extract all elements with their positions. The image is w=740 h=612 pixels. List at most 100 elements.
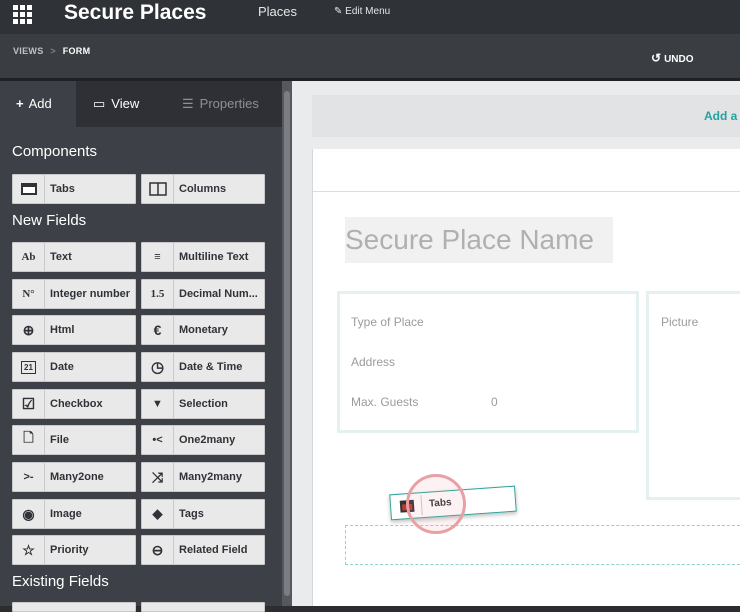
field-monetary[interactable]: € Monetary [141, 315, 265, 345]
field-label: Date [50, 361, 74, 373]
file-icon: 🗋 [13, 426, 45, 454]
checkbox-icon: ☑ [13, 390, 45, 418]
undo-icon: ↺ [651, 51, 662, 65]
field-label: Decimal Num... [179, 288, 258, 300]
drop-zone[interactable] [345, 525, 740, 565]
form-sheet: Secure Place Name Type of Place Address … [312, 149, 740, 606]
sidebar-scrollbar[interactable] [282, 81, 292, 606]
integer-icon: N° [13, 280, 45, 308]
existing-field-partial[interactable] [141, 602, 265, 612]
star-icon: ☆ [13, 536, 45, 564]
tab-add-label: Add [28, 96, 52, 111]
field-label: Many2one [50, 471, 104, 483]
field-label: Priority [50, 544, 89, 556]
studio-sidebar: + Add ▭ View ☰ Properties Components Tabs C… [0, 81, 282, 612]
field-label: Text [50, 251, 72, 263]
field-label: Selection [179, 398, 228, 410]
field-tags[interactable]: ◆ Tags [141, 499, 265, 529]
tab-properties-label: Properties [199, 96, 259, 111]
field-label: Tags [179, 508, 204, 520]
field-many2many[interactable]: ⤨ Many2many [141, 462, 265, 492]
scrollbar-thumb[interactable] [284, 91, 290, 596]
sidebar-tabs: + Add ▭ View ☰ Properties [0, 81, 282, 127]
field-decimal[interactable]: 1.5 Decimal Num... [141, 279, 265, 309]
decimal-icon: 1.5 [142, 280, 174, 308]
field-integer[interactable]: N° Integer number [12, 279, 136, 309]
field-one2many[interactable]: •< One2many [141, 425, 265, 455]
plus-icon: + [16, 96, 24, 111]
existing-field-partial[interactable] [12, 602, 136, 612]
breadcrumb: VIEWS > FORM [13, 46, 90, 56]
field-label: One2many [179, 434, 236, 446]
field-image[interactable]: ◉ Image [12, 499, 136, 529]
calendar-clock-icon: ◷ [142, 353, 174, 381]
tab-properties[interactable]: ☰ Properties [182, 81, 259, 127]
field-label: Image [50, 508, 82, 520]
many2many-icon: ⤨ [142, 463, 174, 491]
edit-menu-link[interactable]: ✎ Edit Menu [334, 6, 390, 17]
component-label: Tabs [50, 183, 75, 195]
max-guests-label[interactable]: Max. Guests [351, 395, 418, 409]
tabs-icon [13, 175, 45, 203]
breadcrumb-form: FORM [62, 46, 91, 56]
address-label[interactable]: Address [351, 355, 395, 369]
component-label: Columns [179, 183, 227, 195]
tab-view[interactable]: ▭ View [93, 81, 139, 127]
add-button-bar: Add a [312, 95, 740, 137]
camera-icon: ◉ [13, 500, 45, 528]
menu-places[interactable]: Places [258, 4, 297, 19]
existing-fields-heading: Existing Fields [12, 573, 109, 590]
field-multiline-text[interactable]: ≡ Multiline Text [141, 242, 265, 272]
components-heading: Components [12, 143, 98, 160]
cursor-highlight [406, 474, 466, 534]
field-file[interactable]: 🗋 File [12, 425, 136, 455]
form-editor: Add a Secure Place Name Type of Place Ad… [292, 81, 740, 606]
field-many2one[interactable]: >- Many2one [12, 462, 136, 492]
pencil-icon: ✎ [334, 6, 343, 17]
field-label: File [50, 434, 69, 446]
tab-view-label: View [111, 96, 140, 111]
undo-button[interactable]: ↺ UNDO [651, 51, 694, 65]
studio-toolbar: VIEWS > FORM ↺ UNDO [0, 34, 740, 81]
monitor-icon: ▭ [93, 96, 106, 111]
one2many-icon: •< [142, 426, 174, 454]
max-guests-value[interactable]: 0 [491, 395, 498, 409]
picture-label[interactable]: Picture [661, 315, 698, 329]
link-icon: ⊖ [142, 536, 174, 564]
multiline-icon: ≡ [142, 243, 174, 271]
field-label: Checkbox [50, 398, 103, 410]
breadcrumb-separator: > [50, 46, 56, 56]
type-of-place-label[interactable]: Type of Place [351, 315, 424, 329]
add-button-link[interactable]: Add a [704, 109, 737, 123]
field-datetime[interactable]: ◷ Date & Time [141, 352, 265, 382]
field-checkbox[interactable]: ☑ Checkbox [12, 389, 136, 419]
apps-grid-icon[interactable] [12, 4, 32, 24]
calendar-icon-text: 21 [21, 360, 36, 374]
undo-label: UNDO [664, 54, 694, 65]
tag-icon: ◆ [142, 500, 174, 528]
field-label: Html [50, 324, 75, 336]
app-title: Secure Places [64, 1, 207, 24]
field-priority[interactable]: ☆ Priority [12, 535, 136, 565]
field-related[interactable]: ⊖ Related Field [141, 535, 265, 565]
tab-add[interactable]: + Add [0, 81, 76, 127]
field-html[interactable]: ⊕ Html [12, 315, 136, 345]
breadcrumb-views[interactable]: VIEWS [13, 46, 44, 56]
field-text[interactable]: Ab Text [12, 242, 136, 272]
calendar-icon: 21 [13, 353, 45, 381]
properties-icon: ☰ [182, 96, 194, 111]
field-date[interactable]: 21 Date [12, 352, 136, 382]
place-name-field[interactable]: Secure Place Name [345, 217, 613, 263]
many2one-icon: >- [13, 463, 45, 491]
sheet-divider [313, 191, 740, 192]
top-navbar: Secure Places Places ✎ Edit Menu [0, 0, 740, 34]
component-tabs[interactable]: Tabs [12, 174, 136, 204]
field-selection[interactable]: ▼ Selection [141, 389, 265, 419]
field-label: Related Field [179, 544, 248, 556]
field-label: Multiline Text [179, 251, 249, 263]
field-label: Monetary [179, 324, 228, 336]
columns-icon [142, 175, 174, 203]
component-columns[interactable]: Columns [141, 174, 265, 204]
caret-down-icon: ▼ [142, 390, 174, 418]
field-label: Date & Time [179, 361, 243, 373]
